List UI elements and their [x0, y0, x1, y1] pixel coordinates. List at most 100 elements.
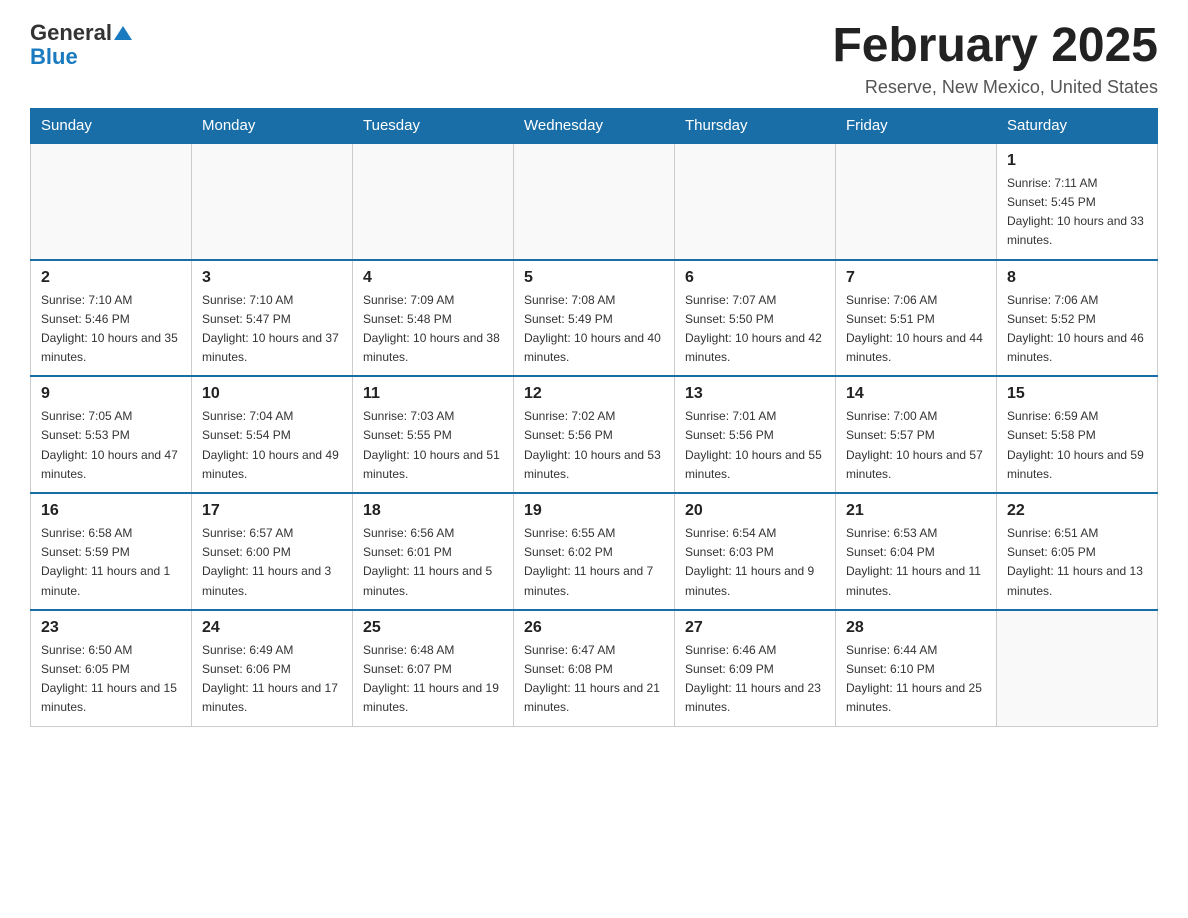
col-thursday: Thursday — [675, 108, 836, 143]
location-text: Reserve, New Mexico, United States — [832, 77, 1158, 98]
calendar-day-cell — [31, 143, 192, 260]
day-number: 18 — [363, 502, 503, 520]
calendar-day-cell: 17 Sunrise: 6:57 AMSunset: 6:00 PMDayligh… — [192, 493, 353, 610]
day-number: 25 — [363, 619, 503, 637]
calendar-day-cell: 7 Sunrise: 7:06 AMSunset: 5:51 PMDaylight… — [836, 260, 997, 377]
day-info: Sunrise: 7:10 AMSunset: 5:46 PMDaylight:… — [41, 291, 181, 368]
calendar-day-cell: 9Sunrise: 7:05 AMSunset: 5:53 PMDaylight… — [31, 376, 192, 493]
day-info: Sunrise: 6:53 AMSunset: 6:04 PMDaylight:… — [846, 524, 986, 601]
day-number: 9 — [41, 385, 181, 403]
day-number: 16 — [41, 502, 181, 520]
calendar-day-cell: 2 Sunrise: 7:10 AMSunset: 5:46 PMDaylight… — [31, 260, 192, 377]
day-info: Sunrise: 6:47 AMSunset: 6:08 PMDaylight:… — [524, 641, 664, 718]
calendar-day-cell: 4 Sunrise: 7:09 AMSunset: 5:48 PMDaylight… — [353, 260, 514, 377]
day-number: 21 — [846, 502, 986, 520]
calendar-day-cell: 24Sunrise: 6:49 AMSunset: 6:06 PMDayligh… — [192, 610, 353, 726]
col-monday: Monday — [192, 108, 353, 143]
calendar-day-cell — [514, 143, 675, 260]
calendar-day-cell: 11 Sunrise: 7:03 AMSunset: 5:55 PMDayligh… — [353, 376, 514, 493]
day-info: Sunrise: 7:07 AMSunset: 5:50 PMDaylight:… — [685, 291, 825, 368]
day-number: 1 — [1007, 152, 1147, 170]
day-number: 4 — [363, 269, 503, 287]
day-info: Sunrise: 6:48 AMSunset: 6:07 PMDaylight:… — [363, 641, 503, 718]
calendar-day-cell: 18 Sunrise: 6:56 AMSunset: 6:01 PMDayligh… — [353, 493, 514, 610]
page-header: General Blue February 2025 Reserve, New … — [30, 20, 1158, 98]
week-row-2: 2 Sunrise: 7:10 AMSunset: 5:46 PMDaylight… — [31, 260, 1158, 377]
day-info: Sunrise: 7:06 AMSunset: 5:52 PMDaylight:… — [1007, 291, 1147, 368]
day-info: Sunrise: 6:57 AMSunset: 6:00 PMDaylight:… — [202, 524, 342, 601]
calendar-day-cell: 12 Sunrise: 7:02 AMSunset: 5:56 PMDayligh… — [514, 376, 675, 493]
day-number: 2 — [41, 269, 181, 287]
week-row-3: 9Sunrise: 7:05 AMSunset: 5:53 PMDaylight… — [31, 376, 1158, 493]
day-number: 7 — [846, 269, 986, 287]
day-number: 14 — [846, 385, 986, 403]
col-wednesday: Wednesday — [514, 108, 675, 143]
calendar-day-cell: 15 Sunrise: 6:59 AMSunset: 5:58 PMDayligh… — [997, 376, 1158, 493]
day-number: 6 — [685, 269, 825, 287]
day-info: Sunrise: 7:00 AMSunset: 5:57 PMDaylight:… — [846, 407, 986, 484]
day-info: Sunrise: 6:55 AMSunset: 6:02 PMDaylight:… — [524, 524, 664, 601]
day-number: 24 — [202, 619, 342, 637]
day-number: 19 — [524, 502, 664, 520]
day-info: Sunrise: 7:04 AMSunset: 5:54 PMDaylight:… — [202, 407, 342, 484]
day-number: 27 — [685, 619, 825, 637]
calendar-day-cell: 6 Sunrise: 7:07 AMSunset: 5:50 PMDaylight… — [675, 260, 836, 377]
day-info: Sunrise: 6:44 AMSunset: 6:10 PMDaylight:… — [846, 641, 986, 718]
day-info: Sunrise: 7:06 AMSunset: 5:51 PMDaylight:… — [846, 291, 986, 368]
col-saturday: Saturday — [997, 108, 1158, 143]
calendar-day-cell: 28 Sunrise: 6:44 AMSunset: 6:10 PMDayligh… — [836, 610, 997, 726]
calendar-day-cell: 19 Sunrise: 6:55 AMSunset: 6:02 PMDayligh… — [514, 493, 675, 610]
day-number: 10 — [202, 385, 342, 403]
day-info: Sunrise: 6:59 AMSunset: 5:58 PMDaylight:… — [1007, 407, 1147, 484]
calendar-table: Sunday Monday Tuesday Wednesday Thursday… — [30, 108, 1158, 727]
calendar-day-cell: 16 Sunrise: 6:58 AMSunset: 5:59 PMDayligh… — [31, 493, 192, 610]
calendar-header-row: Sunday Monday Tuesday Wednesday Thursday… — [31, 108, 1158, 143]
calendar-day-cell — [353, 143, 514, 260]
calendar-day-cell: 1 Sunrise: 7:11 AMSunset: 5:45 PMDaylight… — [997, 143, 1158, 260]
calendar-day-cell: 14 Sunrise: 7:00 AMSunset: 5:57 PMDayligh… — [836, 376, 997, 493]
day-number: 20 — [685, 502, 825, 520]
calendar-day-cell: 21 Sunrise: 6:53 AMSunset: 6:04 PMDayligh… — [836, 493, 997, 610]
col-tuesday: Tuesday — [353, 108, 514, 143]
month-title: February 2025 — [832, 20, 1158, 73]
calendar-day-cell — [675, 143, 836, 260]
logo-general-text: General — [30, 20, 112, 46]
day-number: 3 — [202, 269, 342, 287]
day-info: Sunrise: 7:11 AMSunset: 5:45 PMDaylight:… — [1007, 174, 1147, 251]
day-info: Sunrise: 6:58 AMSunset: 5:59 PMDaylight:… — [41, 524, 181, 601]
day-info: Sunrise: 6:46 AMSunset: 6:09 PMDaylight:… — [685, 641, 825, 718]
title-section: February 2025 Reserve, New Mexico, Unite… — [832, 20, 1158, 98]
day-info: Sunrise: 7:02 AMSunset: 5:56 PMDaylight:… — [524, 407, 664, 484]
calendar-day-cell — [997, 610, 1158, 726]
calendar-day-cell: 23 Sunrise: 6:50 AMSunset: 6:05 PMDayligh… — [31, 610, 192, 726]
col-sunday: Sunday — [31, 108, 192, 143]
day-info: Sunrise: 6:51 AMSunset: 6:05 PMDaylight:… — [1007, 524, 1147, 601]
week-row-1: 1 Sunrise: 7:11 AMSunset: 5:45 PMDaylight… — [31, 143, 1158, 260]
calendar-day-cell: 27 Sunrise: 6:46 AMSunset: 6:09 PMDayligh… — [675, 610, 836, 726]
day-info: Sunrise: 6:56 AMSunset: 6:01 PMDaylight:… — [363, 524, 503, 601]
calendar-day-cell: 25 Sunrise: 6:48 AMSunset: 6:07 PMDayligh… — [353, 610, 514, 726]
day-number: 28 — [846, 619, 986, 637]
col-friday: Friday — [836, 108, 997, 143]
calendar-day-cell — [836, 143, 997, 260]
week-row-5: 23 Sunrise: 6:50 AMSunset: 6:05 PMDayligh… — [31, 610, 1158, 726]
calendar-day-cell: 22 Sunrise: 6:51 AMSunset: 6:05 PMDayligh… — [997, 493, 1158, 610]
calendar-day-cell: 3 Sunrise: 7:10 AMSunset: 5:47 PMDaylight… — [192, 260, 353, 377]
day-info: Sunrise: 6:50 AMSunset: 6:05 PMDaylight:… — [41, 641, 181, 718]
day-number: 15 — [1007, 385, 1147, 403]
logo-blue-text: Blue — [30, 44, 78, 70]
day-number: 12 — [524, 385, 664, 403]
day-number: 17 — [202, 502, 342, 520]
day-info: Sunrise: 7:10 AMSunset: 5:47 PMDaylight:… — [202, 291, 342, 368]
day-info: Sunrise: 6:54 AMSunset: 6:03 PMDaylight:… — [685, 524, 825, 601]
calendar-day-cell: 8Sunrise: 7:06 AMSunset: 5:52 PMDaylight… — [997, 260, 1158, 377]
week-row-4: 16 Sunrise: 6:58 AMSunset: 5:59 PMDayligh… — [31, 493, 1158, 610]
day-info: Sunrise: 7:09 AMSunset: 5:48 PMDaylight:… — [363, 291, 503, 368]
day-number: 13 — [685, 385, 825, 403]
day-number: 23 — [41, 619, 181, 637]
day-number: 11 — [363, 385, 503, 403]
logo-icon — [114, 24, 132, 42]
day-number: 22 — [1007, 502, 1147, 520]
calendar-day-cell: 5Sunrise: 7:08 AMSunset: 5:49 PMDaylight… — [514, 260, 675, 377]
day-info: Sunrise: 7:03 AMSunset: 5:55 PMDaylight:… — [363, 407, 503, 484]
